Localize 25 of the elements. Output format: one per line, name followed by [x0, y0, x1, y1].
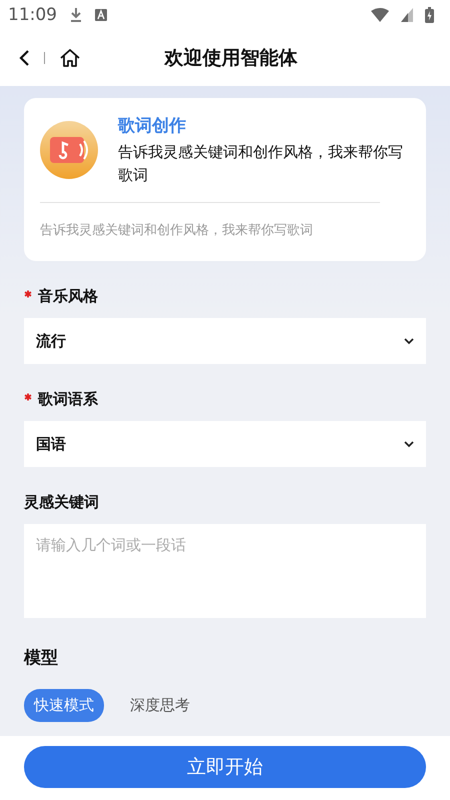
signal-icon — [401, 8, 413, 22]
battery-icon — [425, 7, 434, 23]
notification-icon — [95, 9, 107, 21]
model-option[interactable]: 深度思考 — [120, 689, 200, 722]
field-label: 歌词语系 — [38, 390, 98, 409]
status-time: 11:09 — [8, 5, 57, 25]
keyword-input[interactable]: 请输入几个词或一段话 — [24, 524, 426, 618]
start-button[interactable]: 立即开始 — [24, 746, 426, 788]
music-icon — [40, 121, 98, 179]
back-icon — [18, 49, 30, 67]
agent-description: 告诉我灵感关键词和创作风格，我来帮你写歌词 — [118, 142, 404, 186]
select-field[interactable]: 流行 — [24, 318, 426, 364]
download-icon — [69, 7, 83, 23]
agent-name: 歌词创作 — [118, 115, 187, 137]
agent-hint: 告诉我灵感关键词和创作风格，我来帮你写歌词 — [40, 222, 314, 239]
field-label: 音乐风格 — [38, 287, 98, 306]
wifi-icon — [371, 8, 389, 22]
model-option[interactable]: 快速模式 — [24, 689, 104, 722]
model-label: 模型 — [24, 647, 59, 669]
home-icon — [59, 48, 81, 68]
chevron-down-icon — [404, 440, 414, 448]
page-title: 欢迎使用智能体 — [164, 46, 298, 71]
field-label: 灵感关键词 — [24, 493, 99, 512]
chevron-down-icon — [404, 338, 414, 344]
select-field[interactable]: 国语 — [24, 421, 426, 467]
